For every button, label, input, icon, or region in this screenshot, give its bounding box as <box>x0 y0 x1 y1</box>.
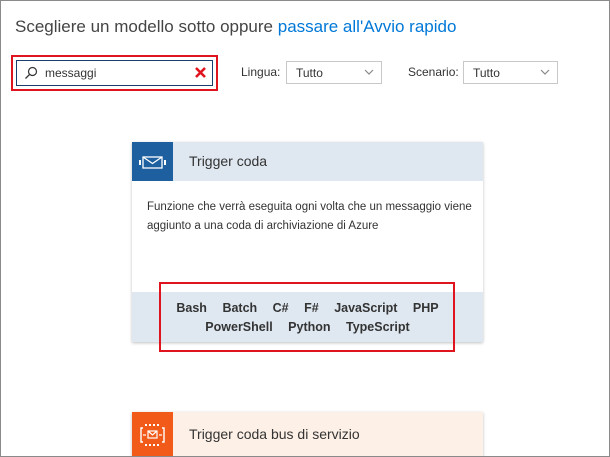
language-filter-label: Lingua: <box>241 65 281 79</box>
envelope-icon <box>139 156 166 169</box>
language-link-batch[interactable]: Batch <box>222 301 257 315</box>
language-select-value: Tutto <box>296 66 323 80</box>
card-icon-tile <box>132 142 173 181</box>
card-header: Trigger coda bus di servizio <box>132 412 483 456</box>
language-select[interactable]: Tutto <box>286 61 382 84</box>
search-icon <box>25 66 38 79</box>
card-description: Funzione che verrà eseguita ogni volta c… <box>147 201 472 232</box>
language-link-php[interactable]: PHP <box>413 301 439 315</box>
scenario-select-value: Tutto <box>473 66 500 80</box>
search-field[interactable] <box>16 60 213 86</box>
search-input[interactable] <box>45 64 185 82</box>
language-link-typescript[interactable]: TypeScript <box>346 320 410 334</box>
page-heading: Scegliere un modello sotto oppure passar… <box>15 17 456 37</box>
template-picker-panel: Scegliere un modello sotto oppure passar… <box>0 0 610 457</box>
template-card-queue-trigger[interactable]: Trigger coda Funzione che verrà eseguita… <box>132 142 483 342</box>
chevron-down-icon <box>364 69 374 75</box>
scenario-select[interactable]: Tutto <box>463 61 558 84</box>
template-card-service-bus-queue-trigger[interactable]: Trigger coda bus di servizio <box>132 412 483 456</box>
language-link-fsharp[interactable]: F# <box>304 301 319 315</box>
card-header: Trigger coda <box>132 142 483 181</box>
search-highlight-box <box>11 55 218 91</box>
card-icon-tile <box>132 412 173 456</box>
quickstart-link[interactable]: passare all'Avvio rapido <box>278 17 457 36</box>
language-link-csharp[interactable]: C# <box>273 301 289 315</box>
language-link-powershell[interactable]: PowerShell <box>205 320 272 334</box>
card-title: Trigger coda bus di servizio <box>189 426 360 442</box>
heading-text: Scegliere un modello sotto oppure <box>15 17 278 36</box>
card-title: Trigger coda <box>189 153 268 169</box>
language-link-python[interactable]: Python <box>288 320 330 334</box>
chevron-down-icon <box>540 69 550 75</box>
language-link-javascript[interactable]: JavaScript <box>334 301 397 315</box>
service-bus-icon <box>140 424 165 446</box>
clear-search-icon[interactable] <box>194 66 207 79</box>
scenario-filter-label: Scenario: <box>408 65 459 79</box>
card-language-band: Bash Batch C# F# JavaScript PHP PowerShe… <box>132 292 483 342</box>
language-link-bash[interactable]: Bash <box>176 301 207 315</box>
language-row: Bash Batch C# F# JavaScript PHP <box>132 301 483 315</box>
language-row: PowerShell Python TypeScript <box>132 320 483 334</box>
